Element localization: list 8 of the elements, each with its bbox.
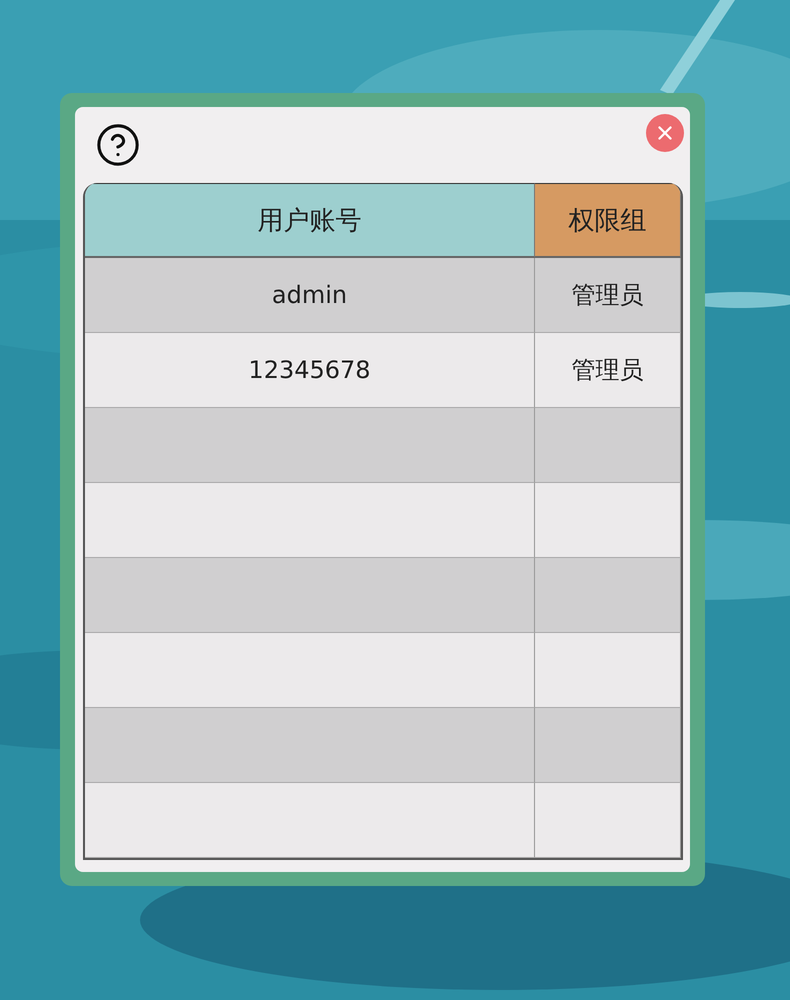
table-cell: 12345678 xyxy=(85,333,535,408)
table-cell: 管理员 xyxy=(535,333,681,408)
column-header: 权限组 xyxy=(535,183,681,258)
help-icon[interactable] xyxy=(95,122,141,168)
table-cell: admin xyxy=(85,258,535,333)
close-button[interactable] xyxy=(646,114,684,152)
column-header: 用户账号 xyxy=(85,183,535,258)
table-cell: 管理员 xyxy=(535,258,681,333)
